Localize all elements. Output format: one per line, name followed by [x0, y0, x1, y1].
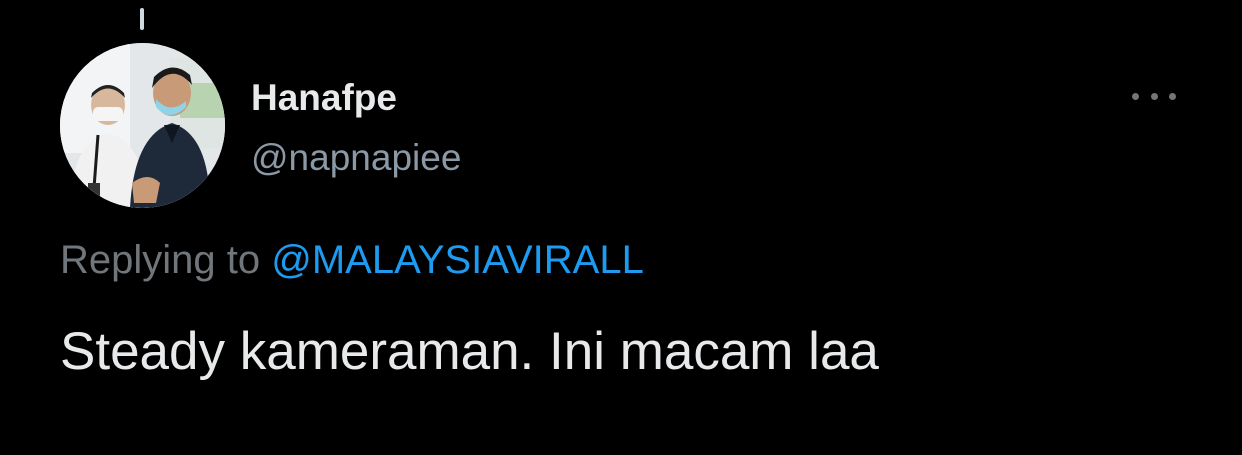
thread-connector-line — [140, 8, 144, 30]
author-display-name[interactable]: Hanafpe — [251, 76, 397, 120]
reply-mention-link[interactable]: @MALAYSIAVIRALL — [271, 238, 644, 282]
more-options-button[interactable] — [1128, 80, 1180, 112]
author-handle[interactable]: @napnapiee — [251, 136, 461, 180]
more-horizontal-icon — [1132, 92, 1139, 100]
more-horizontal-icon-dot — [1150, 92, 1158, 100]
replying-to-line: Replying to @MALAYSIAVIRALL — [60, 236, 644, 284]
replying-to-label: Replying to — [60, 238, 261, 282]
avatar[interactable] — [60, 43, 225, 208]
profile-photo-icon — [60, 43, 225, 208]
more-horizontal-icon-dot — [1169, 92, 1176, 100]
tweet-text: Steady kameraman. Ini macam laa — [60, 322, 879, 381]
